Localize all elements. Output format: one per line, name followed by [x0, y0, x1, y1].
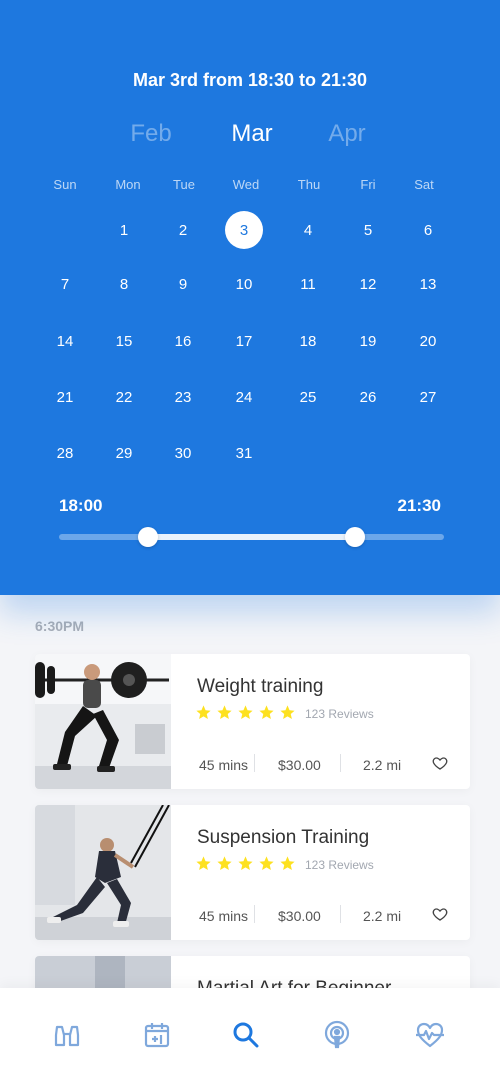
calendar-day[interactable]: 30 — [164, 434, 202, 472]
calendar-day[interactable]: 19 — [349, 322, 387, 360]
calendar-day[interactable]: 25 — [289, 378, 327, 416]
star-icon — [217, 856, 232, 871]
calendar-day[interactable]: 27 — [409, 378, 447, 416]
calendar-day[interactable]: 28 — [46, 434, 84, 472]
weekday-label: Fri — [360, 177, 376, 192]
star-icon — [238, 856, 253, 871]
calendar-day[interactable]: 7 — [46, 265, 84, 303]
podcast-icon[interactable] — [322, 1020, 352, 1050]
calendar-day[interactable]: 31 — [225, 434, 263, 472]
heart-icon[interactable] — [432, 906, 448, 922]
meta-divider — [254, 905, 255, 923]
class-duration: 45 mins — [199, 757, 249, 773]
time-range-slider[interactable] — [59, 527, 444, 547]
calendar-day-selected[interactable]: 3 — [225, 211, 263, 249]
star-icon — [259, 705, 274, 720]
calendar-day[interactable]: 12 — [349, 265, 387, 303]
calendar-day[interactable]: 10 — [225, 265, 263, 303]
slider-fill — [147, 534, 356, 540]
bottom-navigation — [0, 988, 500, 1083]
star-icon — [259, 856, 274, 871]
month-current[interactable]: Mar — [231, 120, 272, 148]
weekday-label: Sat — [414, 177, 434, 192]
class-thumbnail — [35, 805, 171, 940]
calendar-day[interactable]: 15 — [105, 322, 143, 360]
weekday-label: Tue — [173, 177, 195, 192]
star-icon — [238, 705, 253, 720]
calendar-day[interactable]: 9 — [164, 265, 202, 303]
calendar-day[interactable]: 18 — [289, 322, 327, 360]
range-start-label: 18:00 — [59, 496, 103, 515]
calendar-day[interactable]: 23 — [164, 378, 202, 416]
search-icon[interactable] — [231, 1020, 261, 1050]
calendar-day[interactable]: 29 — [105, 434, 143, 472]
weekday-label: Wed — [232, 177, 260, 192]
meta-divider — [254, 754, 255, 772]
class-thumbnail — [35, 654, 171, 789]
month-selector: Feb Mar Apr — [0, 120, 500, 156]
calendar-plus-icon[interactable] — [142, 1020, 172, 1050]
star-icon — [280, 856, 295, 871]
meta-divider — [340, 905, 341, 923]
meta-divider — [340, 754, 341, 772]
calendar-header: Mar 3rd from 18:30 to 21:30 Feb Mar Apr … — [0, 0, 500, 595]
calendar-day[interactable]: 24 — [225, 378, 263, 416]
class-duration: 45 mins — [199, 908, 249, 924]
calendar-day[interactable]: 6 — [409, 211, 447, 249]
star-icon — [217, 705, 232, 720]
calendar-day[interactable]: 26 — [349, 378, 387, 416]
section-time-label: 6:30PM — [35, 618, 85, 634]
month-next[interactable]: Apr — [328, 120, 365, 148]
star-icon — [196, 705, 211, 720]
calendar-day[interactable]: 11 — [289, 265, 327, 303]
review-count[interactable]: 123 Reviews — [305, 707, 374, 721]
calendar-day[interactable]: 13 — [409, 265, 447, 303]
weekday-label: Mon — [115, 177, 141, 192]
heart-pulse-icon[interactable] — [415, 1020, 445, 1050]
calendar-day[interactable]: 22 — [105, 378, 143, 416]
heart-icon[interactable] — [432, 755, 448, 771]
selected-range-title: Mar 3rd from 18:30 to 21:30 — [132, 70, 368, 90]
month-prev[interactable]: Feb — [130, 120, 171, 148]
star-icon — [196, 856, 211, 871]
calendar-day[interactable]: 8 — [105, 265, 143, 303]
class-distance: 2.2 mi — [363, 908, 402, 924]
range-end-label: 21:30 — [397, 496, 441, 515]
binoculars-icon[interactable] — [52, 1020, 82, 1050]
class-card[interactable]: Weight training 123 Reviews 45 mins $30.… — [35, 654, 470, 789]
weekday-label: Sun — [53, 177, 77, 192]
class-title: Weight training — [197, 676, 324, 697]
calendar-day[interactable]: 2 — [164, 211, 202, 249]
class-title: Suspension Training — [197, 827, 370, 848]
class-distance: 2.2 mi — [363, 757, 402, 773]
calendar-day[interactable]: 20 — [409, 322, 447, 360]
calendar-day[interactable]: 16 — [164, 322, 202, 360]
weekday-label: Thu — [297, 177, 321, 192]
class-price: $30.00 — [278, 757, 321, 773]
calendar-day[interactable]: 21 — [46, 378, 84, 416]
class-price: $30.00 — [278, 908, 321, 924]
review-count[interactable]: 123 Reviews — [305, 858, 374, 872]
calendar-day[interactable]: 17 — [225, 322, 263, 360]
rating-stars — [195, 704, 296, 721]
star-icon — [280, 705, 295, 720]
calendar-day[interactable]: 4 — [289, 211, 327, 249]
slider-thumb-end[interactable] — [345, 527, 366, 547]
calendar-day[interactable]: 1 — [105, 211, 143, 249]
slider-thumb-start[interactable] — [137, 527, 158, 547]
calendar-day[interactable]: 5 — [349, 211, 387, 249]
rating-stars — [195, 855, 296, 872]
calendar-day[interactable]: 14 — [46, 322, 84, 360]
class-card[interactable]: Suspension Training 123 Reviews 45 mins … — [35, 805, 470, 940]
